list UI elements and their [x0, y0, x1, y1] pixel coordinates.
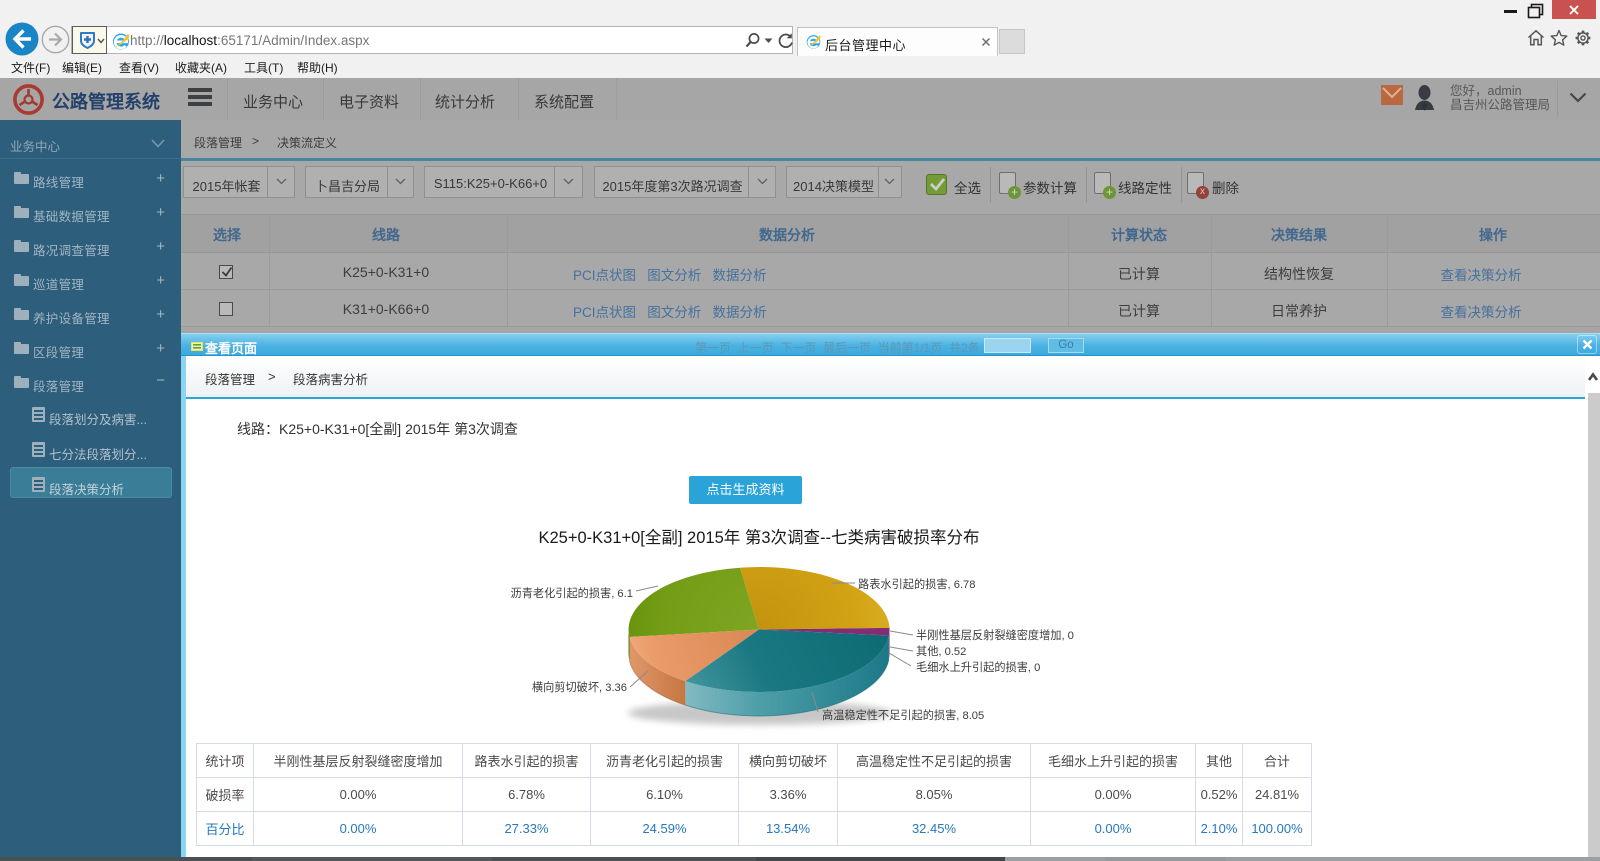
svg-text:沥青老化引起的损害, 6.1: 沥青老化引起的损害, 6.1 — [511, 586, 633, 600]
svg-text:高温稳定性不足引起的损害, 8.05: 高温稳定性不足引起的损害, 8.05 — [822, 708, 984, 722]
svg-text:毛细水上升引起的损害, 0: 毛细水上升引起的损害, 0 — [916, 660, 1040, 674]
svg-text:横向剪切破坏, 3.36: 横向剪切破坏, 3.36 — [532, 680, 627, 694]
svg-text:路表水引起的损害, 6.78: 路表水引起的损害, 6.78 — [858, 577, 976, 591]
svg-text:半刚性基层反射裂缝密度增加, 0: 半刚性基层反射裂缝密度增加, 0 — [916, 628, 1074, 642]
svg-text:其他, 0.52: 其他, 0.52 — [916, 645, 966, 658]
